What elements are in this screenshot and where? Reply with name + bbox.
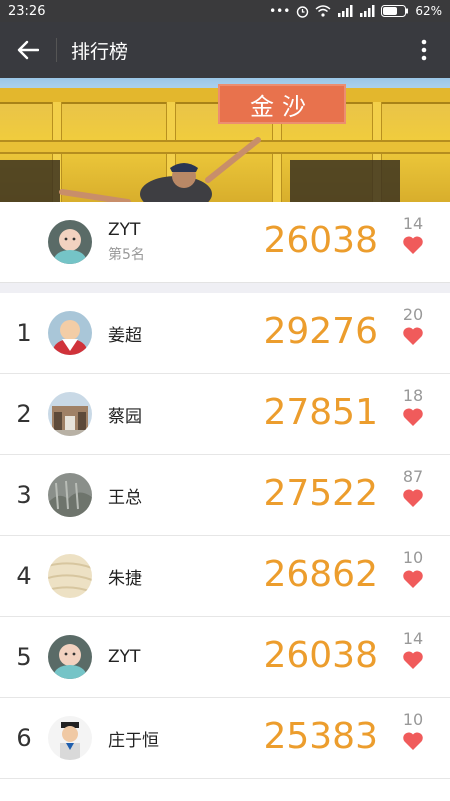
step-count: 27522: [263, 473, 378, 514]
my-rank-card[interactable]: ZYT 第5名 26038 14: [0, 202, 450, 283]
avatar[interactable]: [48, 716, 92, 760]
signal-icon: [338, 5, 353, 17]
step-count: 26038: [263, 635, 378, 676]
cartoon-avatar-image: [48, 311, 92, 355]
battery-icon: [381, 5, 409, 17]
back-button[interactable]: [14, 36, 42, 64]
alarm-icon: [297, 5, 309, 18]
like-button[interactable]: 10: [398, 710, 428, 755]
step-count: 29276: [263, 311, 378, 352]
rank-number: 3: [16, 481, 32, 509]
step-count: 27851: [263, 392, 378, 433]
user-name-col: 庄于恒: [108, 726, 258, 751]
top-bar: 排行榜: [0, 22, 450, 78]
status-time: 23:26: [8, 3, 46, 19]
heart-icon: [403, 489, 423, 507]
texture-avatar-image: [48, 554, 92, 598]
step-count: 26862: [263, 554, 378, 595]
like-count: 10: [402, 710, 424, 729]
like-button[interactable]: 14: [398, 629, 428, 674]
my-name: ZYT: [108, 220, 141, 240]
like-button[interactable]: 20: [398, 305, 428, 350]
person-figure: [59, 137, 261, 202]
rank-number: 5: [16, 643, 32, 671]
user-name-col: 朱捷: [108, 564, 258, 589]
like-button[interactable]: 18: [398, 386, 428, 431]
more-dots-icon: •••: [269, 4, 291, 18]
like-count: 18: [402, 386, 424, 405]
more-vertical-icon: [421, 39, 427, 61]
like-count: 20: [402, 305, 424, 324]
heart-icon: [403, 408, 423, 426]
user-name: 朱捷: [108, 568, 142, 589]
avatar[interactable]: [48, 635, 92, 679]
my-rank-text: 第5名: [108, 247, 145, 263]
next-row-partial: [0, 779, 450, 801]
my-name-col: ZYT 第5名: [108, 220, 258, 264]
rank-number: 4: [16, 562, 32, 590]
cover-banner[interactable]: 金沙: [0, 78, 450, 202]
user-name-col: 蔡园: [108, 402, 258, 427]
ranking-row[interactable]: 6 庄于恒 25383 10: [0, 698, 450, 779]
ranking-list: 1 姜超 29276 20 2 蔡园 27851 18 3 王总 27522 8…: [0, 293, 450, 801]
like-count: 14: [402, 214, 424, 233]
user-name-col: 姜超: [108, 321, 258, 346]
avatar[interactable]: [48, 473, 92, 517]
rank-number: 2: [16, 400, 32, 428]
heart-icon: [403, 651, 423, 669]
ranking-row[interactable]: 4 朱捷 26862 10: [0, 536, 450, 617]
rank-number: 1: [16, 319, 32, 347]
ranking-row[interactable]: 1 姜超 29276 20: [0, 293, 450, 374]
user-name: 庄于恒: [108, 730, 159, 751]
step-count: 25383: [263, 716, 378, 757]
banner-window: [0, 160, 60, 202]
user-name: 王总: [108, 487, 142, 508]
like-button[interactable]: 87: [398, 467, 428, 512]
avatar[interactable]: [48, 220, 92, 264]
avatar[interactable]: [48, 554, 92, 598]
header-divider: [56, 38, 57, 62]
user-name: 蔡园: [108, 406, 142, 427]
back-arrow-icon: [17, 40, 39, 60]
banner-sign: 金沙: [218, 84, 346, 124]
cartoon-person-avatar-image: [48, 716, 92, 760]
my-like-button[interactable]: 14: [398, 214, 428, 259]
more-menu-button[interactable]: [412, 36, 436, 64]
like-button[interactable]: 10: [398, 548, 428, 593]
heart-icon: [403, 732, 423, 750]
ranking-row[interactable]: 2 蔡园 27851 18: [0, 374, 450, 455]
ranking-row[interactable]: 5 ZYT 26038 14: [0, 617, 450, 698]
banner-window: [290, 160, 400, 202]
baby-avatar-image: [48, 220, 92, 264]
heart-icon: [403, 236, 423, 254]
ranking-row[interactable]: 3 王总 27522 87: [0, 455, 450, 536]
signal-icon-2: [360, 5, 375, 17]
building-avatar-image: [48, 392, 92, 436]
battery-percent: 62%: [415, 4, 442, 18]
like-count: 87: [402, 467, 424, 486]
status-icons: ••• 62%: [269, 4, 442, 18]
heart-icon: [403, 570, 423, 588]
status-bar: 23:26 ••• 62%: [0, 0, 450, 22]
user-name-col: ZYT: [108, 647, 258, 667]
like-count: 10: [402, 548, 424, 567]
heart-icon: [403, 327, 423, 345]
like-count: 14: [402, 629, 424, 648]
my-step-count: 26038: [263, 220, 378, 261]
user-name-col: 王总: [108, 483, 258, 508]
rank-number: 6: [16, 724, 32, 752]
avatar[interactable]: [48, 392, 92, 436]
avatar[interactable]: [48, 311, 92, 355]
user-name: 姜超: [108, 325, 142, 346]
page-title: 排行榜: [71, 40, 129, 63]
user-name: ZYT: [108, 647, 141, 667]
wifi-icon: [315, 5, 331, 17]
landscape-avatar-image: [48, 473, 92, 517]
baby-avatar-image: [48, 635, 92, 679]
